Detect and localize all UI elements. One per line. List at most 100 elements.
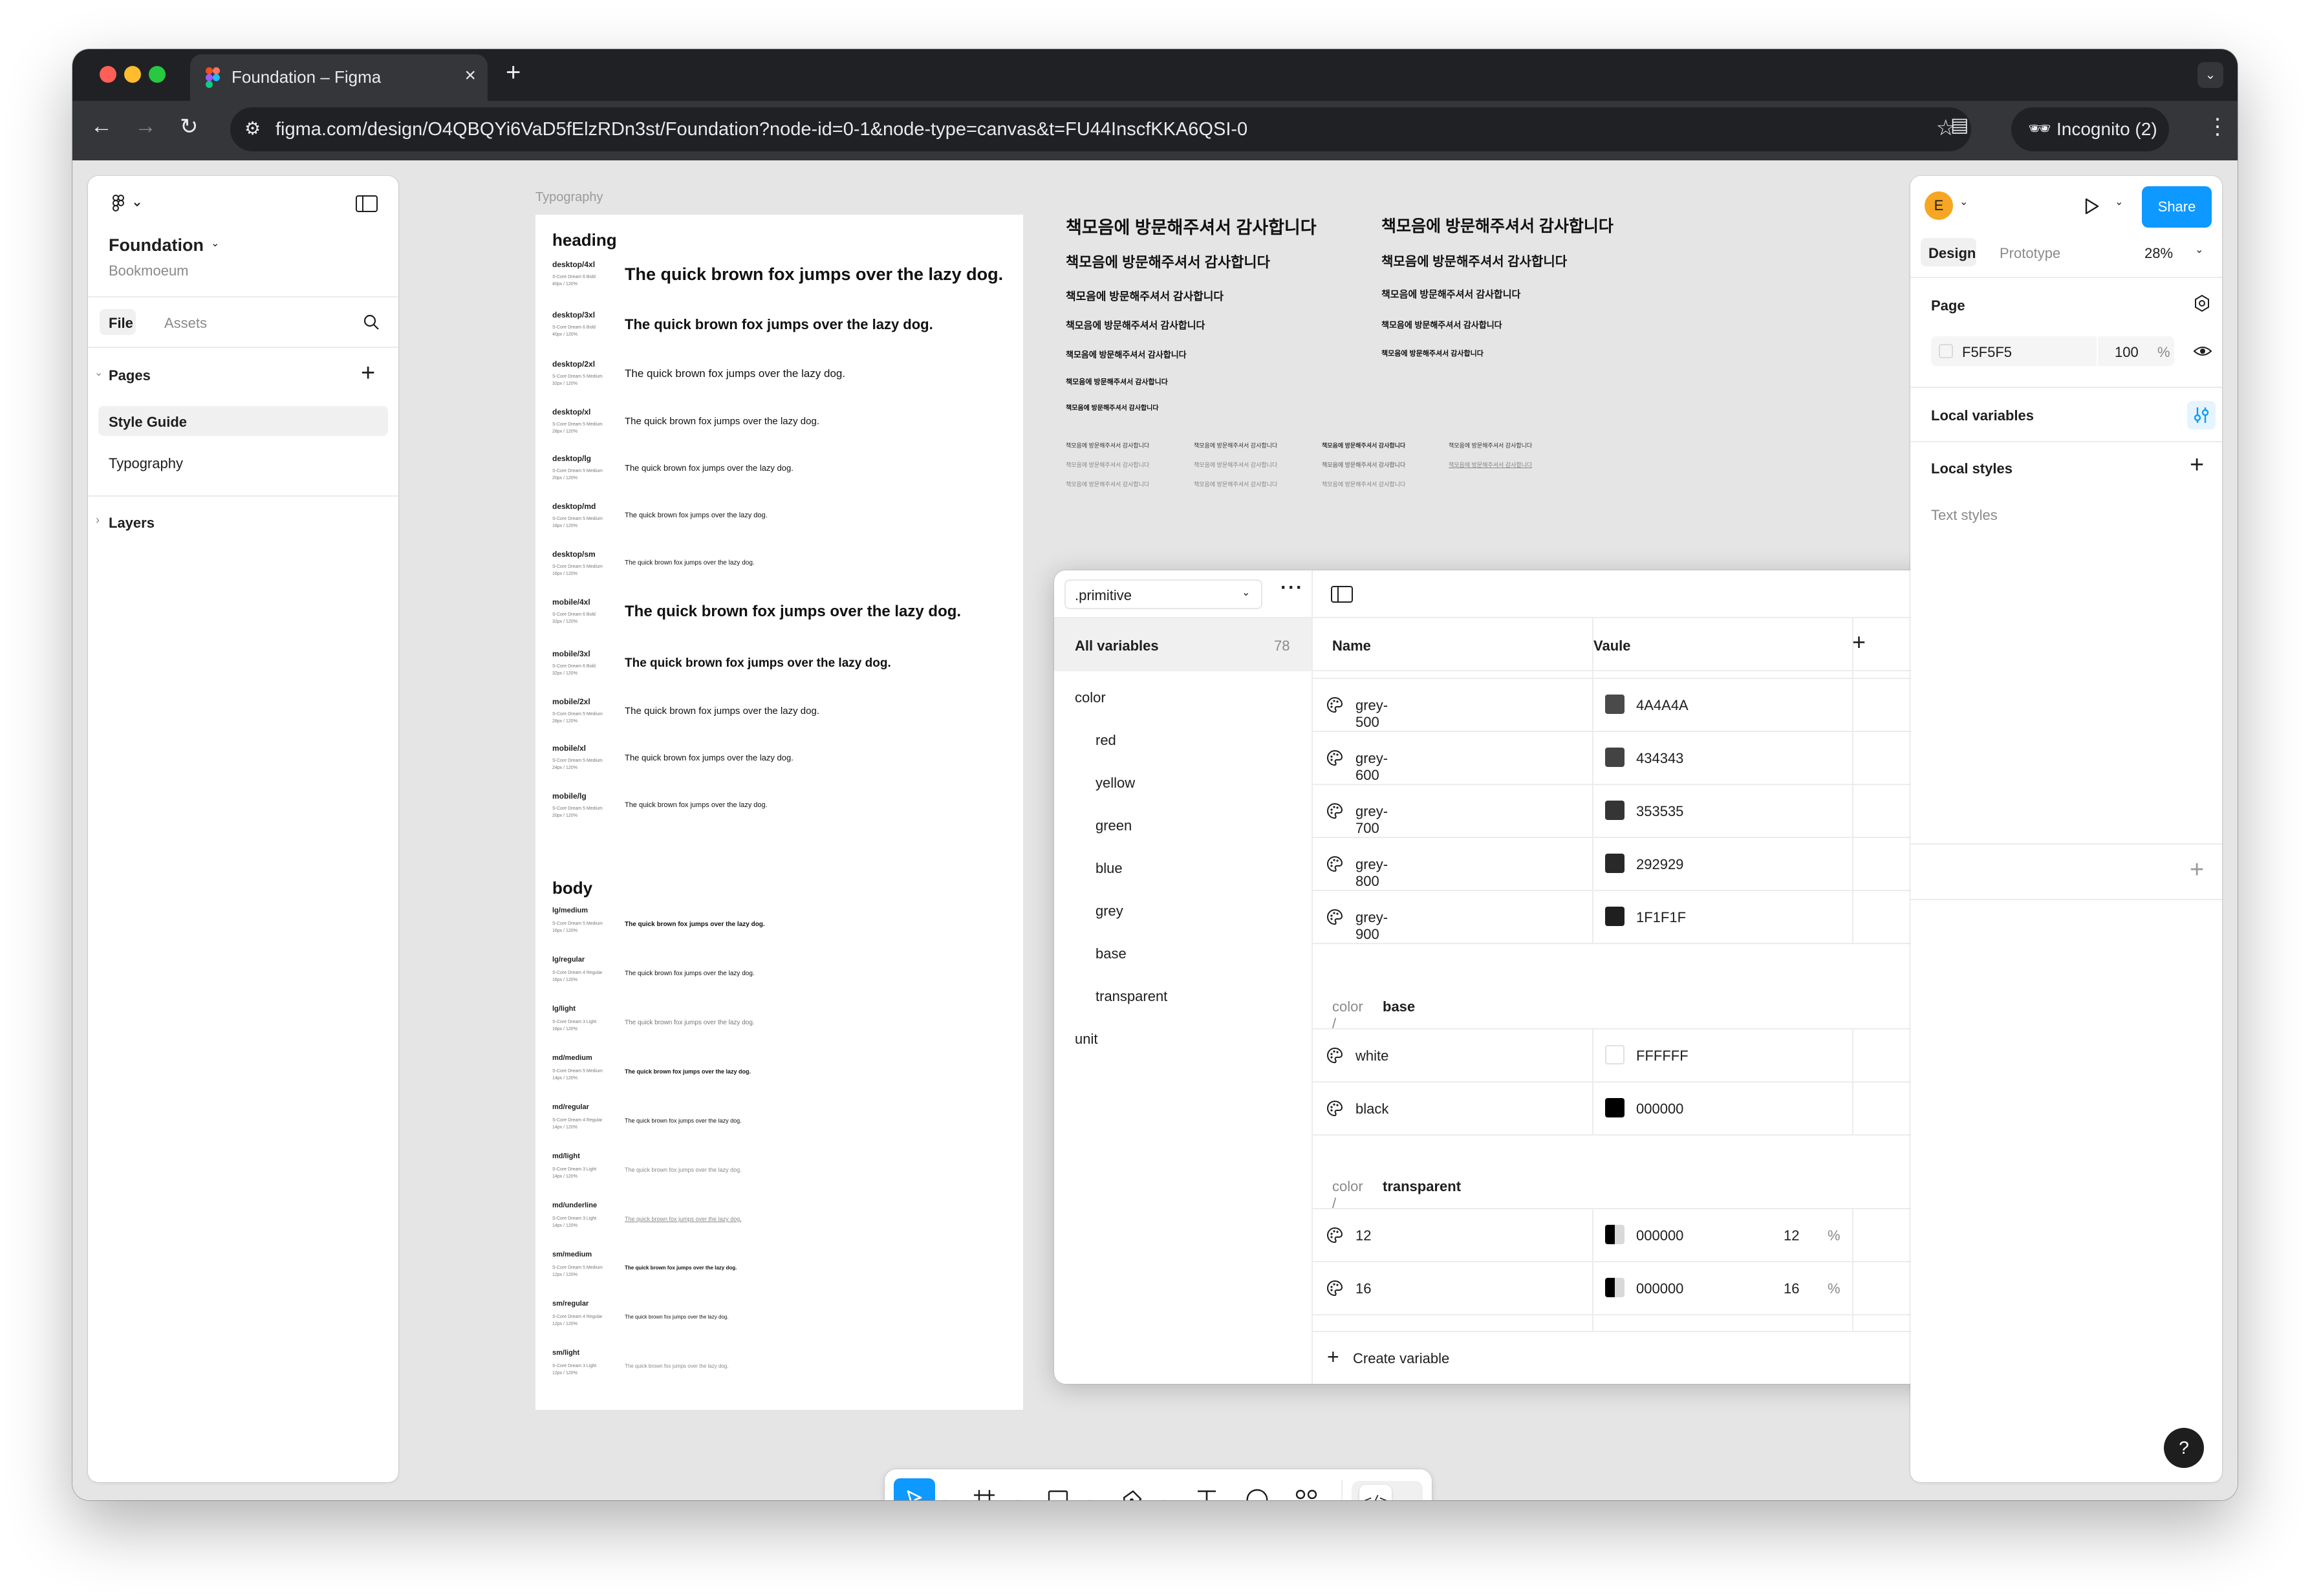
avatar[interactable]: E	[1925, 191, 1953, 220]
style-sample-text[interactable]: The quick brown fox jumps over the lazy …	[625, 264, 1003, 285]
style-sample-text[interactable]: The quick brown fox jumps over the lazy …	[625, 416, 819, 427]
new-tab-icon[interactable]: +	[506, 58, 521, 87]
korean-body-sample[interactable]: 책모음에 방문해주셔서 감사합니다	[1066, 441, 1149, 449]
korean-heading-sample[interactable]: 책모음에 방문해주셔서 감사합니다	[1066, 251, 1270, 272]
korean-body-sample[interactable]: 책모음에 방문해주셔서 감사합니다	[1066, 480, 1149, 488]
local-variables-title[interactable]: Local variables	[1931, 407, 2034, 424]
style-sample-text[interactable]: The quick brown fox jumps over the lazy …	[625, 1068, 751, 1075]
tab-assets[interactable]: Assets	[164, 315, 207, 332]
korean-heading-sample[interactable]: 책모음에 방문해주셔서 감사합니다	[1381, 213, 1614, 237]
rectangle-tool-icon[interactable]	[1042, 1485, 1074, 1500]
help-button[interactable]: ?	[2164, 1428, 2204, 1468]
page-color-field[interactable]: F5F5F5 100 %	[1931, 336, 2174, 366]
style-sample-text[interactable]: The quick brown fox jumps over the lazy …	[625, 706, 819, 717]
file-name-chevron-icon[interactable]: ⌄	[211, 237, 219, 250]
style-sample-text[interactable]: The quick brown fox jumps over the lazy …	[625, 921, 765, 928]
figma-menu-icon[interactable]	[111, 194, 144, 213]
pen-tool-icon[interactable]	[1116, 1485, 1147, 1500]
style-sample-text[interactable]: The quick brown fox jumps over the lazy …	[625, 1216, 742, 1222]
variable-value[interactable]: 434343	[1636, 750, 1683, 767]
close-window-dot[interactable]	[100, 66, 116, 83]
variable-name[interactable]: grey-700	[1355, 803, 1388, 837]
variable-color-swatch[interactable]	[1605, 1225, 1625, 1244]
browser-menu-icon[interactable]: ⋮	[2207, 114, 2229, 140]
variable-name[interactable]: 12	[1355, 1227, 1371, 1244]
variable-color-swatch[interactable]	[1605, 748, 1625, 767]
search-icon[interactable]	[362, 313, 380, 331]
browser-tab[interactable]: Foundation – Figma ×	[190, 54, 488, 101]
variable-name[interactable]: black	[1355, 1101, 1388, 1117]
incognito-button[interactable]: 🕶 Incognito (2)	[2011, 107, 2169, 151]
group-item[interactable]: red	[1096, 732, 1116, 749]
reload-icon[interactable]: ↻	[180, 114, 199, 140]
korean-body-sample[interactable]: 책모음에 방문해주셔서 감사합니다	[1194, 441, 1277, 449]
pages-chevron-icon[interactable]: ⌄	[94, 366, 103, 379]
present-chevron-icon[interactable]: ⌄	[2115, 195, 2123, 208]
local-variables-icon[interactable]	[2187, 401, 2216, 429]
korean-body-sample[interactable]: 책모음에 방문해주셔서 감사합니다	[1194, 480, 1277, 488]
variable-name[interactable]: grey-800	[1355, 856, 1388, 890]
style-sample-text[interactable]: The quick brown fox jumps over the lazy …	[625, 801, 768, 809]
variable-value[interactable]: 000000	[1636, 1280, 1683, 1297]
back-icon[interactable]: ←	[91, 114, 113, 139]
collection-select[interactable]: .primitive ⌄	[1064, 579, 1262, 609]
share-button[interactable]: Share	[2142, 186, 2212, 228]
variable-color-swatch[interactable]	[1605, 695, 1625, 714]
group-item[interactable]: transparent	[1096, 988, 1167, 1005]
style-sample-text[interactable]: The quick brown fox jumps over the lazy …	[625, 753, 793, 762]
variable-value[interactable]: 000000	[1636, 1101, 1683, 1117]
frame-label[interactable]: Typography	[535, 190, 603, 205]
korean-heading-sample[interactable]: 책모음에 방문해주셔서 감사합니다	[1381, 348, 1484, 358]
tab-design[interactable]: Design	[1921, 238, 1976, 266]
typography-frame[interactable]: heading desktop/4xl S-Core Dream 6 Bold 40…	[535, 215, 1023, 1410]
korean-body-sample[interactable]: 책모음에 방문해주셔서 감사합니다	[1449, 441, 1532, 449]
variable-color-swatch[interactable]	[1605, 1098, 1625, 1117]
variable-value[interactable]: 292929	[1636, 856, 1683, 873]
korean-body-sample[interactable]: 책모음에 방문해주셔서 감사합니다	[1322, 441, 1405, 449]
style-sample-text[interactable]: The quick brown fox jumps over the lazy …	[625, 1265, 737, 1271]
visibility-eye-icon[interactable]	[2192, 341, 2213, 361]
korean-heading-sample[interactable]: 책모음에 방문해주셔서 감사합니다	[1066, 376, 1168, 387]
actions-tool-icon[interactable]	[1291, 1485, 1322, 1500]
add-export-icon[interactable]: +	[2190, 856, 2204, 884]
comment-tool-icon[interactable]	[1242, 1485, 1273, 1500]
variable-value[interactable]: 353535	[1636, 803, 1683, 820]
tab-search-icon[interactable]: ⌄	[2197, 62, 2223, 88]
page-item-style-guide[interactable]: Style Guide	[98, 406, 388, 436]
korean-heading-sample[interactable]: 책모음에 방문해주셔서 감사합니다	[1066, 287, 1224, 303]
variable-color-swatch[interactable]	[1605, 854, 1625, 873]
style-sample-text[interactable]: The quick brown fox jumps over the lazy …	[625, 512, 768, 519]
layers-chevron-icon[interactable]: ›	[96, 513, 100, 527]
style-sample-text[interactable]: The quick brown fox jumps over the lazy …	[625, 1117, 742, 1124]
variable-color-swatch[interactable]	[1605, 1045, 1625, 1064]
frame-tool-chevron-icon[interactable]: ⌄	[1014, 1494, 1022, 1500]
add-mode-icon[interactable]: +	[1852, 629, 1866, 656]
dev-mode-toggle[interactable]: </>	[1352, 1481, 1423, 1500]
page-color-swatch[interactable]	[1939, 344, 1953, 358]
variable-value[interactable]: 1F1F1F	[1636, 909, 1686, 926]
create-variable-plus-icon[interactable]: +	[1327, 1345, 1339, 1369]
korean-heading-sample[interactable]: 책모음에 방문해주셔서 감사합니다	[1066, 348, 1187, 360]
korean-heading-sample[interactable]: 책모음에 방문해주셔서 감사합니다	[1066, 213, 1317, 239]
korean-heading-sample[interactable]: 책모음에 방문해주셔서 감사합니다	[1381, 287, 1520, 301]
style-sample-text[interactable]: The quick brown fox jumps over the lazy …	[625, 603, 961, 621]
url-text[interactable]: figma.com/design/O4QBQYi6VaD5fElzRDn3st/…	[275, 119, 1247, 140]
group-item[interactable]: unit	[1075, 1031, 1097, 1048]
avatar-chevron-icon[interactable]: ⌄	[1959, 195, 1968, 208]
variable-name[interactable]: white	[1355, 1048, 1388, 1064]
style-sample-text[interactable]: The quick brown fox jumps over the lazy …	[625, 1019, 755, 1026]
korean-body-sample[interactable]: 책모음에 방문해주셔서 감사합니다	[1322, 460, 1405, 469]
zoom-level[interactable]: 28%	[2144, 245, 2173, 262]
add-style-icon[interactable]: +	[2190, 451, 2204, 479]
korean-heading-sample[interactable]: 책모음에 방문해주셔서 감사합니다	[1381, 251, 1567, 270]
group-item[interactable]: green	[1096, 817, 1132, 834]
korean-body-sample[interactable]: 책모음에 방문해주셔서 감사합니다	[1066, 460, 1149, 469]
variable-alpha[interactable]: 12	[1784, 1227, 1799, 1244]
group-item[interactable]: color	[1075, 689, 1106, 706]
site-settings-icon[interactable]: ⚙	[244, 118, 261, 139]
korean-body-sample[interactable]: 책모음에 방문해주셔서 감사합니다	[1322, 480, 1405, 488]
korean-heading-sample[interactable]: 책모음에 방문해주셔서 감사합니다	[1066, 402, 1159, 412]
present-icon[interactable]	[2082, 197, 2100, 216]
style-sample-text[interactable]: The quick brown fox jumps over the lazy …	[625, 1314, 729, 1320]
variable-color-swatch[interactable]	[1605, 801, 1625, 820]
